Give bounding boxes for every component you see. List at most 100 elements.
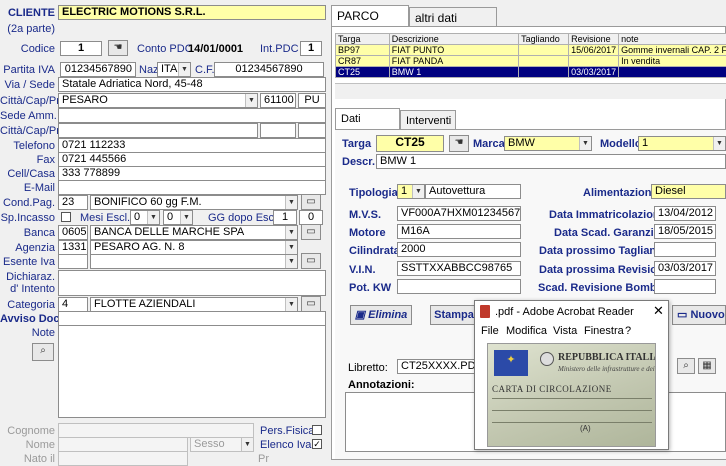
vin-field[interactable]: SSTTXXABBCC98765 [397,261,521,276]
tipologia-desc-field[interactable]: Autovettura [425,184,521,199]
data-prox-tagl-field[interactable] [654,242,716,257]
esente-code[interactable] [58,254,88,269]
telefono-field[interactable]: 0721 112233 [58,138,326,153]
menu-vista[interactable]: Vista [553,325,577,337]
mvs-field[interactable]: VF000A7HXM0123456789 [397,206,521,221]
note-search-button[interactable]: ⌕ [32,343,54,361]
menu-modifica[interactable]: Modifica [506,325,547,337]
pr2-field[interactable] [298,123,326,138]
cond-pag-folder-button[interactable]: ▭ [301,194,321,210]
menu-finestra[interactable]: Finestra [584,325,624,337]
cf-field[interactable]: 01234567890 [214,62,324,77]
citta-select[interactable]: PESARO▼ [58,93,258,108]
gg1-field[interactable]: 1 [273,210,297,225]
motore-field[interactable]: M16A [397,224,521,239]
table-cell: CR87 [336,56,390,67]
esente-select[interactable]: ▼ [90,254,298,269]
marca-select[interactable]: BMW▼ [504,136,592,151]
int-pdc-field[interactable]: 1 [300,41,322,56]
sp-incasso-checkbox[interactable] [61,212,71,222]
chevron-down-icon: ▼ [245,94,257,107]
pr-field[interactable]: PU [298,93,326,108]
pers-fisica-checkbox[interactable] [312,425,322,435]
fleet-scroll-area[interactable] [335,83,726,99]
agenzia-code[interactable]: 13313 [58,240,88,255]
table-cell: FIAT PANDA [389,56,518,67]
table-row[interactable]: BP97 FIAT PUNTO 15/06/2017 Gomme inverna… [336,45,726,56]
table-cell: Gomme invernali CAP. 2 FILA [619,45,726,56]
table-row-selected[interactable]: CT25 BMW 1 03/03/2017 [336,67,726,78]
cilindrata-field[interactable]: 2000 [397,242,521,257]
elenco-iva-checkbox[interactable]: ✓ [312,439,322,449]
nuovo-button[interactable]: ▭ Nuovo [672,305,726,325]
email-field[interactable] [58,180,326,195]
cap2-field[interactable] [260,123,296,138]
targa-label: Targa [342,138,371,150]
alimentazione-field[interactable]: Diesel [651,184,726,199]
tab-parco-mezzi[interactable]: PARCO MEZZI [331,5,409,26]
cond-pag-code[interactable]: 23 [58,195,88,210]
fleet-table-wrap: Targa Descrizione Tagliando Revisione no… [335,33,726,83]
sede-amm-field[interactable] [58,108,326,123]
agenzia-select[interactable]: PESARO AG. N. 8▼ [90,240,298,255]
libretto-field[interactable]: CT25XXXX.PDF [397,359,477,374]
stampa-button[interactable]: Stampa [430,305,478,325]
piva-field[interactable]: 01234567890 [60,62,136,77]
pot-kw-field[interactable] [397,279,521,294]
naz-select[interactable]: ITA▼ [157,62,191,77]
banca-select[interactable]: BANCA DELLE MARCHE SPA▼ [90,225,298,240]
via-field[interactable]: Statale Adriatica Nord, 45-48 [58,77,326,92]
scad-rev-bombole-field[interactable] [654,279,716,294]
descr-field[interactable]: BMW 1 [376,154,726,169]
menu-file[interactable]: File [481,325,499,337]
gg2-field[interactable]: 0 [299,210,323,225]
cell-field[interactable]: 333 778899 [58,166,326,181]
citta2-field[interactable] [58,123,258,138]
categoria-select[interactable]: FLOTTE AZIENDALI▼ [90,297,298,312]
elimina-button[interactable]: ▣ Elimina [350,305,412,325]
banca-code[interactable]: 06055 [58,225,88,240]
libretto-open-button[interactable]: ▦ [698,358,716,374]
targa-edit-button[interactable]: ☚ [449,135,469,152]
banca-folder-button[interactable]: ▭ [301,224,321,240]
edit-code-button[interactable]: ☚ [108,40,128,56]
menu-help[interactable]: ? [625,325,631,337]
avviso-field[interactable] [58,311,326,326]
mesi1-select[interactable]: 0▼ [130,210,160,225]
sesso-select[interactable]: Sesso▼ [190,437,254,452]
esente-folder-button[interactable]: ▭ [301,253,321,269]
pdf-window[interactable]: .pdf - Adobe Acrobat Reader ✕ File Modif… [474,300,669,450]
libretto-search-button[interactable]: ⌕ [677,358,695,374]
data-prox-rev-field[interactable]: 03/03/2017 [654,261,716,276]
tipologia-select[interactable]: 1▼ [397,184,425,199]
nome-field[interactable] [58,437,188,452]
close-icon[interactable]: ✕ [653,303,664,319]
mesi2-select[interactable]: 0▼ [163,210,193,225]
categoria-folder-button[interactable]: ▭ [301,296,321,312]
pdf-titlebar[interactable]: .pdf - Adobe Acrobat Reader ✕ [475,301,668,323]
targa-field[interactable]: CT25 [376,135,444,152]
tab-dati-tecnici[interactable]: Dati Tecnici [335,108,400,129]
tab-altri-dati[interactable]: altri dati cliente [409,7,497,26]
pdf-document-image: ✦ REPUBBLICA ITALIANA Ministero delle in… [487,343,656,447]
dichiaraz-field[interactable] [58,270,326,296]
codice-field[interactable]: 1 [60,41,102,56]
citta2-label: Città/Cap/Pr [0,125,55,137]
cliente-field[interactable]: ELECTRIC MOTIONS S.R.L. [58,5,326,20]
cond-pag-select[interactable]: BONIFICO 60 gg F.M.▼ [90,195,298,210]
data-scad-gar-field[interactable]: 18/05/2015 [654,224,716,239]
categoria-code[interactable]: 4 [58,297,88,312]
vin-label: V.I.N. [349,264,376,276]
cond-pag-label: Cond.Pag. [0,197,55,209]
nato-field[interactable] [58,451,188,466]
table-row[interactable]: CR87 FIAT PANDA In vendita [336,56,726,67]
data-immatr-field[interactable]: 13/04/2012 [654,206,716,221]
cognome-field[interactable] [58,423,254,438]
tab-interventi[interactable]: Interventi [400,110,456,129]
modello-select[interactable]: 1▼ [638,136,726,151]
naz-value: ITA [161,63,177,75]
fax-field[interactable]: 0721 445566 [58,152,326,167]
cap-field[interactable]: 61100 [260,93,296,108]
cliente-label: CLIENTE [0,7,55,19]
note-field[interactable] [58,325,326,418]
